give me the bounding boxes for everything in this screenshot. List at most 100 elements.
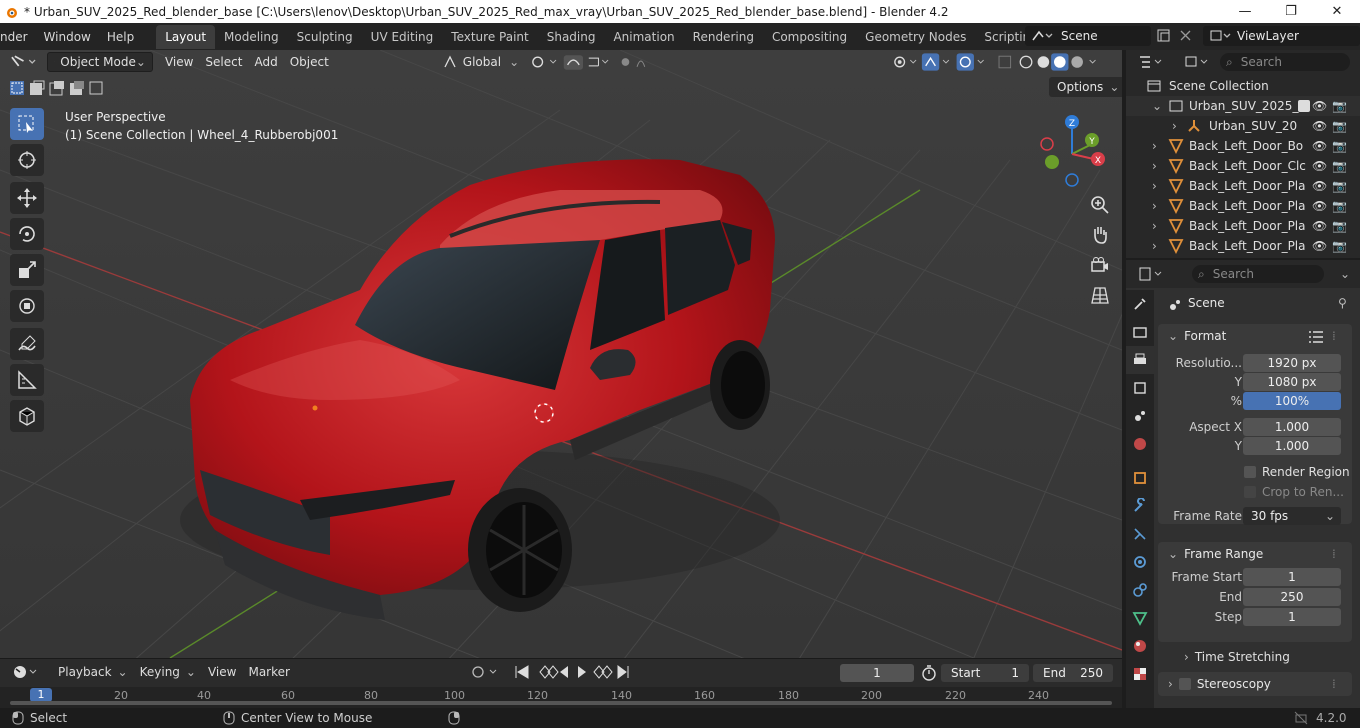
stereoscopy-checkbox[interactable]	[1178, 678, 1191, 690]
annotate-tool[interactable]	[10, 328, 44, 360]
menu-view-timeline[interactable]: View	[202, 665, 242, 679]
tab-texture[interactable]	[1126, 660, 1154, 688]
frame-start-field[interactable]: 1	[1243, 568, 1341, 586]
camera-icon[interactable]: 📷	[1332, 239, 1347, 253]
aspect-y-field[interactable]: 1.000	[1243, 437, 1341, 455]
perspective-toggle-tool[interactable]	[1087, 282, 1113, 308]
clock-editor-icon[interactable]	[12, 664, 40, 680]
outliner-row[interactable]: › Urban_SUV_20 👁 📷	[1126, 116, 1360, 136]
eye-icon[interactable]: 👁	[1312, 239, 1327, 253]
chevron-right-icon[interactable]: ›	[1152, 159, 1157, 173]
camera-icon[interactable]: 📷	[1332, 159, 1347, 173]
chevron-right-icon[interactable]: ›	[1172, 119, 1177, 133]
current-frame-field[interactable]: 1	[840, 664, 914, 682]
start-frame-field[interactable]: Start 1	[941, 664, 1029, 682]
camera-icon[interactable]: 📷	[1332, 119, 1347, 133]
menu-window[interactable]: Window	[36, 30, 99, 44]
camera-icon[interactable]: 📷	[1332, 179, 1347, 193]
eye-icon[interactable]: 👁	[1312, 159, 1327, 173]
tab-tool[interactable]	[1126, 290, 1154, 318]
timeline-ruler[interactable]: 1 20 40 60 80 100 120 140 160 180 200 22…	[0, 687, 1122, 709]
maximize-button[interactable]: ❐	[1268, 0, 1314, 23]
outliner-row[interactable]: › Back_Left_Door_Pla 👁 📷	[1126, 236, 1360, 256]
outliner-row[interactable]: ⌄ Urban_SUV_2025_R 👁 📷	[1126, 96, 1360, 116]
measure-tool[interactable]	[10, 364, 44, 396]
chevron-right-icon[interactable]: ›	[1152, 179, 1157, 193]
eye-icon[interactable]: 👁	[1312, 179, 1327, 193]
options-dropdown[interactable]: Options ⌄	[1049, 77, 1122, 97]
editor-type-icon[interactable]	[10, 54, 39, 70]
drag-handle-icon[interactable]: ⁞	[1332, 329, 1336, 343]
time-stretching-subpanel[interactable]: › Time Stretching	[1158, 646, 1352, 668]
tab-modifiers[interactable]	[1126, 492, 1154, 520]
pivot-snap-proportional-icons[interactable]	[529, 53, 654, 71]
presets-list-icon[interactable]	[1308, 331, 1324, 343]
tab-particles[interactable]	[1126, 520, 1154, 548]
tab-texture-paint[interactable]: Texture Paint	[442, 25, 537, 49]
camera-icon[interactable]: 📷	[1332, 199, 1347, 213]
eye-icon[interactable]: 👁	[1312, 119, 1327, 133]
close-button[interactable]: ✕	[1314, 0, 1360, 23]
resolution-percent-slider[interactable]: 100%	[1243, 392, 1341, 410]
frame-end-field[interactable]: 250	[1243, 588, 1341, 606]
outliner-row[interactable]: › Back_Left_Door_Pla 👁 📷	[1126, 196, 1360, 216]
rotate-tool[interactable]	[10, 218, 44, 250]
menu-add[interactable]: Add	[248, 52, 283, 72]
tab-physics[interactable]	[1126, 548, 1154, 576]
chevron-right-icon[interactable]: ›	[1152, 219, 1157, 233]
menu-object[interactable]: Object	[284, 52, 335, 72]
menu-keying[interactable]: Keying	[134, 665, 186, 679]
outliner-row[interactable]: › Back_Left_Door_Clc 👁 📷	[1126, 156, 1360, 176]
chevron-down-icon[interactable]: ⌄	[1340, 267, 1350, 281]
menu-view[interactable]: View	[159, 52, 199, 72]
outliner-editor-icon[interactable]	[1138, 54, 1164, 70]
camera-view-tool[interactable]	[1087, 252, 1113, 278]
pin-icon[interactable]: ⚲	[1338, 296, 1347, 310]
frame-step-field[interactable]: 1	[1243, 608, 1341, 626]
tab-constraints[interactable]	[1126, 576, 1154, 604]
outliner-row[interactable]: › Back_Left_Door_Pla 👁 📷	[1126, 176, 1360, 196]
chevron-right-icon[interactable]: ›	[1152, 239, 1157, 253]
cursor-tool[interactable]	[10, 144, 44, 176]
end-frame-field[interactable]: End 250	[1033, 664, 1113, 682]
camera-icon[interactable]: 📷	[1332, 99, 1347, 113]
crop-checkbox[interactable]	[1244, 486, 1256, 498]
3d-viewport[interactable]: Z Y X Object Mode ⌄ View Select Add Obje…	[0, 50, 1122, 658]
render-region-checkbox[interactable]	[1244, 466, 1256, 478]
eye-icon[interactable]: 👁	[1312, 219, 1327, 233]
menu-playback[interactable]: Playback	[52, 665, 118, 679]
timeline-scrollbar[interactable]	[10, 701, 1112, 705]
menu-select[interactable]: Select	[199, 52, 248, 72]
tab-sculpting[interactable]: Sculpting	[288, 25, 362, 49]
frame-rate-dropdown[interactable]: 30 fps ⌄	[1243, 507, 1341, 525]
playback-controls[interactable]	[468, 663, 634, 681]
tab-data[interactable]	[1126, 604, 1154, 632]
move-tool[interactable]	[10, 182, 44, 214]
outliner-row[interactable]: › Back_Left_Door_Pla 👁 📷	[1126, 216, 1360, 236]
checkbox-checked-icon[interactable]	[1298, 100, 1310, 112]
tab-object[interactable]	[1126, 464, 1154, 492]
tab-uv-editing[interactable]: UV Editing	[362, 25, 443, 49]
pan-tool[interactable]	[1087, 222, 1113, 248]
tab-geometry-nodes[interactable]: Geometry Nodes	[856, 25, 975, 49]
chevron-right-icon[interactable]: ›	[1152, 199, 1157, 213]
select-box-tool[interactable]	[10, 108, 44, 140]
transform-tool[interactable]	[10, 290, 44, 322]
chevron-right-icon[interactable]: ›	[1152, 139, 1157, 153]
tab-output[interactable]	[1126, 346, 1154, 374]
tab-compositing[interactable]: Compositing	[763, 25, 856, 49]
resolution-y-field[interactable]: 1080 px	[1243, 373, 1341, 391]
eye-icon[interactable]: 👁	[1312, 199, 1327, 213]
scale-tool[interactable]	[10, 254, 44, 286]
eye-icon[interactable]: 👁	[1312, 99, 1327, 113]
scene-selector[interactable]: Scene	[1025, 26, 1151, 46]
tab-rendering[interactable]: Rendering	[684, 25, 763, 49]
drag-handle-icon[interactable]: ⁞	[1332, 547, 1336, 561]
viewport-shading-icons[interactable]	[891, 53, 1122, 71]
display-mode-icon[interactable]	[1184, 54, 1212, 70]
camera-icon[interactable]: 📷	[1332, 219, 1347, 233]
stopwatch-icon[interactable]	[921, 665, 937, 681]
drag-handle-icon[interactable]: ⁞	[1332, 677, 1336, 691]
stereoscopy-panel-header[interactable]: › Stereoscopy ⁞	[1158, 672, 1352, 696]
add-cube-tool[interactable]	[10, 400, 44, 432]
